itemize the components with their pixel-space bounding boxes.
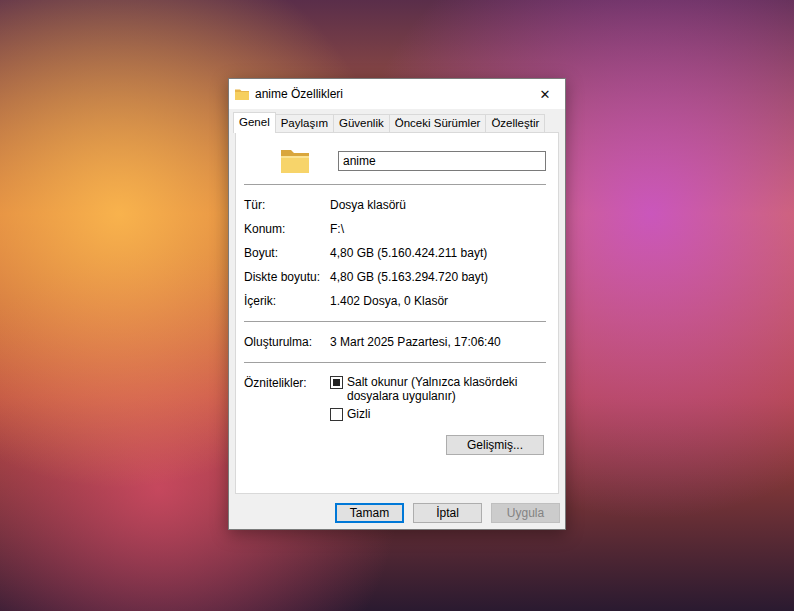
property-row: Tür: Dosya klasörü — [244, 193, 546, 217]
property-value: 4,80 GB (5.160.424.211 bayt) — [330, 246, 487, 260]
property-label: İçerik: — [244, 294, 330, 308]
dialog-button[interactable]: Uygula — [491, 503, 560, 523]
dialog-footer: Tamam İptal Uygula — [229, 494, 565, 529]
property-value: 3 Mart 2025 Pazartesi, 17:06:40 — [330, 335, 501, 349]
property-value: 4,80 GB (5.163.294.720 bayt) — [330, 270, 488, 284]
attribute-list: Salt okunur (Yalnızca klasördeki dosyala… — [330, 375, 546, 421]
desktop: anime Özellikleri ✕ GenelPaylaşımGüvenli… — [0, 0, 794, 611]
property-row: Konum: F:\ — [244, 217, 546, 241]
dialog-button[interactable]: Tamam — [335, 503, 404, 523]
property-value: F:\ — [330, 222, 344, 236]
checkbox-label: Salt okunur (Yalnızca klasördeki dosyala… — [347, 375, 546, 403]
name-row — [244, 146, 546, 176]
property-row: Boyut: 4,80 GB (5.160.424.211 bayt) — [244, 241, 546, 265]
attribute-checkbox[interactable]: Salt okunur (Yalnızca klasördeki dosyala… — [330, 375, 546, 403]
name-field[interactable] — [338, 151, 546, 171]
close-button[interactable]: ✕ — [525, 79, 565, 109]
advanced-button[interactable]: Gelişmiş... — [446, 435, 544, 455]
folder-icon — [252, 148, 338, 174]
attribute-checkbox[interactable]: Gizli — [330, 407, 546, 421]
properties-dialog: anime Özellikleri ✕ GenelPaylaşımGüvenli… — [228, 78, 566, 530]
advanced-row: Gelişmiş... — [244, 435, 546, 455]
tab[interactable]: Genel — [233, 112, 276, 133]
tab[interactable]: Paylaşım — [275, 114, 334, 132]
tab[interactable]: Önceki Sürümler — [389, 114, 487, 132]
dialog-button[interactable]: İptal — [413, 503, 482, 523]
property-label: Konum: — [244, 222, 330, 236]
property-label: Diskte boyutu: — [244, 270, 330, 284]
tab-panel: Tür: Dosya klasörüKonum: F:\Boyut: 4,80 … — [235, 132, 559, 494]
property-row: Oluşturulma: 3 Mart 2025 Pazartesi, 17:0… — [244, 330, 546, 354]
mixed-mark — [333, 379, 340, 386]
property-label: Tür: — [244, 198, 330, 212]
property-value: 1.402 Dosya, 0 Klasör — [330, 294, 448, 308]
separator — [244, 321, 546, 322]
tab[interactable]: Özelleştir — [485, 114, 545, 132]
property-section: Tür: Dosya klasörüKonum: F:\Boyut: 4,80 … — [244, 193, 546, 313]
folder-icon — [235, 88, 249, 100]
title-bar[interactable]: anime Özellikleri ✕ — [229, 79, 565, 109]
property-section: Oluşturulma: 3 Mart 2025 Pazartesi, 17:0… — [244, 330, 546, 354]
property-row: Diskte boyutu: 4,80 GB (5.163.294.720 ba… — [244, 265, 546, 289]
property-value: Dosya klasörü — [330, 198, 406, 212]
separator — [244, 362, 546, 363]
attributes-row: Öznitelikler: Salt okunur (Yalnızca klas… — [244, 371, 546, 421]
window-title: anime Özellikleri — [255, 87, 519, 101]
checkbox-box[interactable] — [330, 376, 343, 389]
tab-bar: GenelPaylaşımGüvenlikÖnceki SürümlerÖzel… — [229, 109, 565, 132]
property-label: Boyut: — [244, 246, 330, 260]
attributes-label: Öznitelikler: — [244, 375, 330, 390]
tab[interactable]: Güvenlik — [333, 114, 390, 132]
checkbox-box[interactable] — [330, 408, 343, 421]
property-label: Oluşturulma: — [244, 335, 330, 349]
separator — [244, 184, 546, 185]
property-row: İçerik: 1.402 Dosya, 0 Klasör — [244, 289, 546, 313]
checkbox-label: Gizli — [347, 407, 370, 421]
